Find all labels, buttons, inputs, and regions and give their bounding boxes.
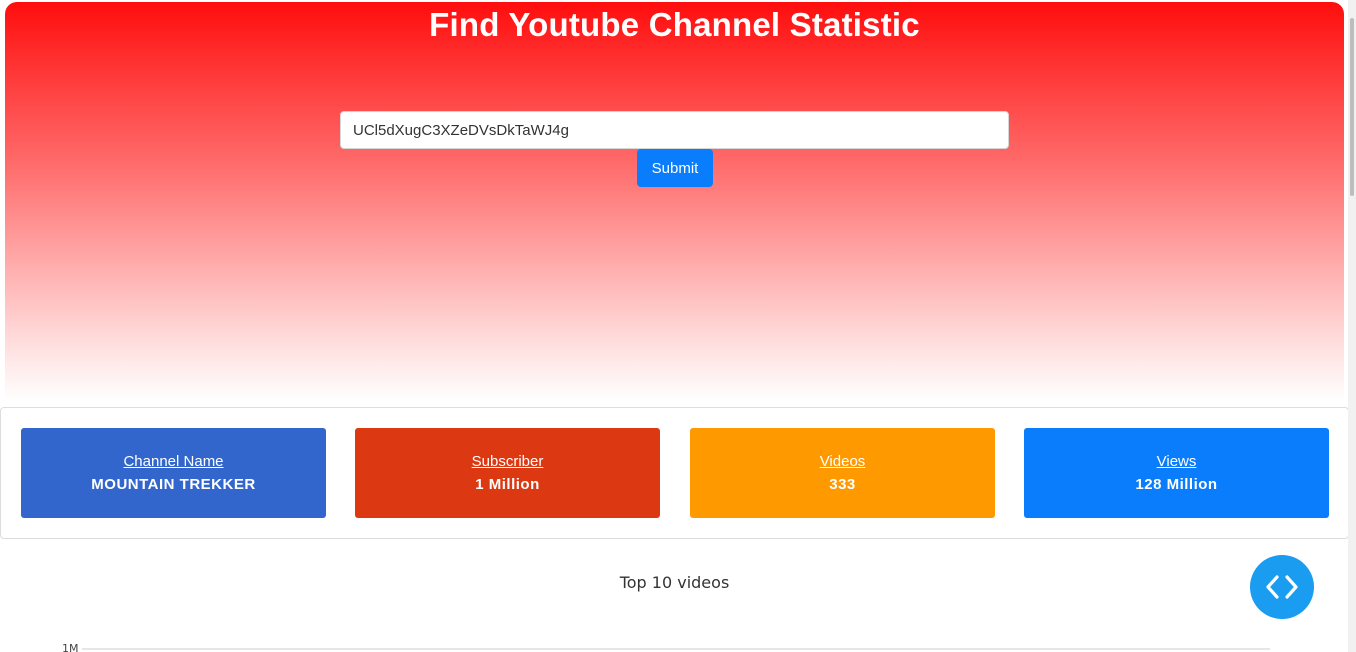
stat-label-channel-name[interactable]: Channel Name (21, 453, 326, 470)
stat-card-channel-name: Channel Name MOUNTAIN TREKKER (21, 428, 326, 518)
stat-label-subscriber[interactable]: Subscriber (355, 453, 660, 470)
chart-title: Top 10 videos (619, 573, 730, 592)
scrollbar-thumb[interactable] (1350, 18, 1354, 196)
stat-card-views: Views 128 Million (1024, 428, 1329, 518)
stat-value-views: 128 Million (1135, 476, 1218, 493)
stat-value-channel-name: MOUNTAIN TREKKER (91, 476, 256, 493)
hero-banner: Find Youtube Channel Statistic Submit (5, 2, 1344, 402)
page: Find Youtube Channel Statistic Submit Ch… (0, 0, 1356, 652)
top-videos-chart: 1M (62, 642, 1270, 652)
stat-label-videos[interactable]: Videos (690, 453, 995, 470)
stat-value-videos: 333 (829, 476, 856, 493)
page-title: Find Youtube Channel Statistic (429, 6, 920, 43)
stat-value-subscriber: 1 Million (475, 476, 540, 493)
stats-panel: Channel Name MOUNTAIN TREKKER Subscriber… (0, 407, 1349, 539)
vertical-scrollbar[interactable] (1348, 0, 1356, 652)
stat-card-subscriber: Subscriber 1 Million (355, 428, 660, 518)
stat-label-views[interactable]: Views (1024, 453, 1329, 470)
code-icon (1266, 575, 1298, 599)
channel-id-input[interactable] (340, 111, 1009, 149)
y-axis-tick-label: 1M (62, 642, 79, 652)
submit-button[interactable]: Submit (637, 149, 713, 187)
code-toggle-button[interactable] (1250, 555, 1314, 619)
stat-card-videos: Videos 333 (690, 428, 995, 518)
